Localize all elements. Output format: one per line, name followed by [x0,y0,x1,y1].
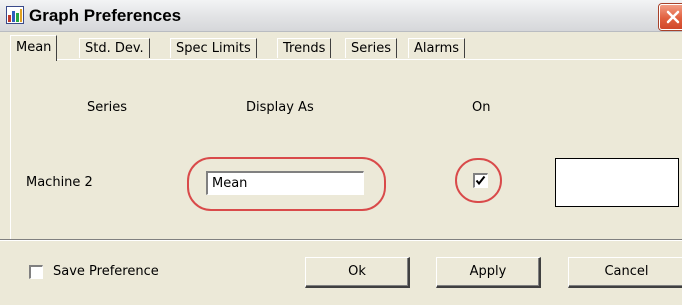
display-as-input[interactable] [206,171,364,195]
series-name-label: Machine 2 [26,175,93,190]
graph-preferences-dialog: Graph Preferences Mean Std. Dev. Spec Li… [0,0,682,305]
graph-preferences-app-icon [6,6,24,24]
footer-divider [0,239,682,241]
apply-button[interactable]: Apply [436,257,541,288]
column-header-display-as: Display As [246,100,314,115]
tab-spec-limits[interactable]: Spec Limits [170,38,257,58]
cancel-button[interactable]: Cancel [568,257,682,288]
save-preference-label: Save Preference [53,264,159,279]
mean-tab-panel [10,59,682,240]
save-preference-checkbox[interactable] [29,265,43,279]
tab-trends[interactable]: Trends [277,38,332,58]
checkmark-icon [475,175,486,186]
tab-alarms[interactable]: Alarms [408,38,466,58]
window-title: Graph Preferences [29,6,182,25]
column-header-series: Series [87,100,127,115]
title-bar[interactable]: Graph Preferences [0,0,682,32]
close-icon [666,10,680,24]
tab-std-dev[interactable]: Std. Dev. [79,38,150,58]
ok-button[interactable]: Ok [305,257,410,288]
close-button[interactable] [659,4,682,30]
on-checkbox[interactable] [473,173,488,188]
tab-mean[interactable]: Mean [10,35,58,61]
tab-series[interactable]: Series [345,38,397,58]
column-header-on: On [472,100,491,115]
series-color-swatch[interactable] [555,158,679,207]
